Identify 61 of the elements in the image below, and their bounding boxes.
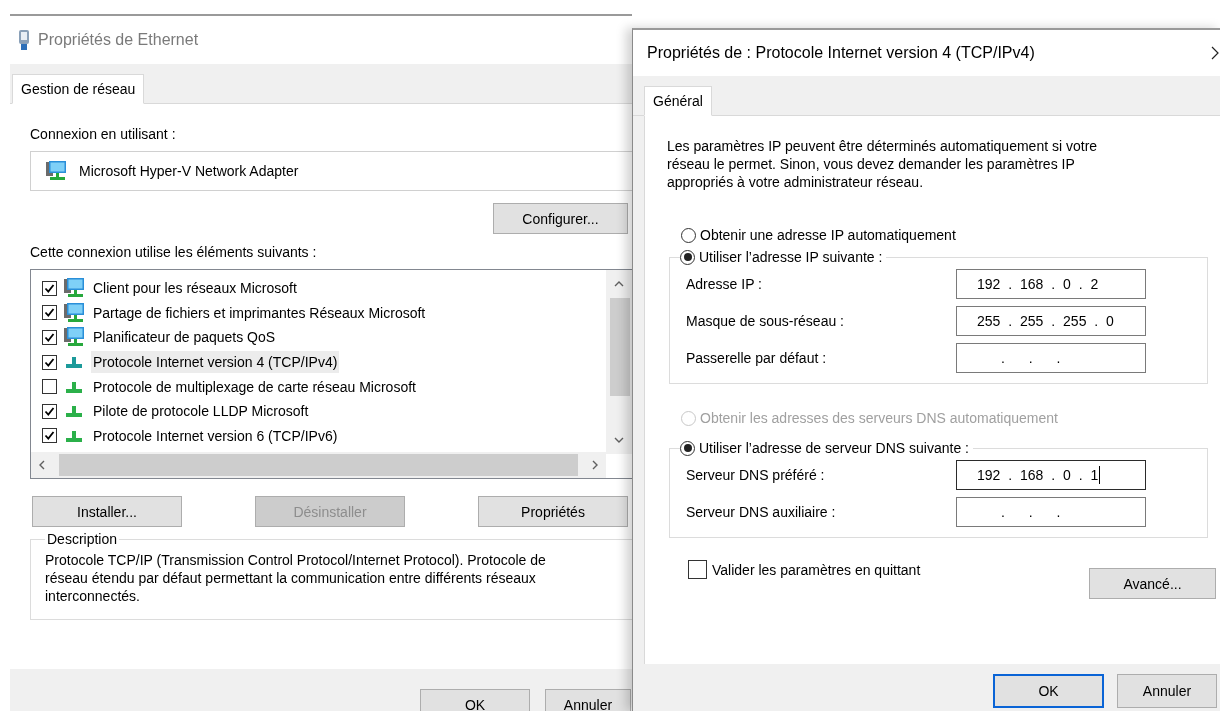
network-computer-icon	[63, 301, 85, 324]
field-label: Serveur DNS préféré :	[686, 467, 825, 483]
ethernet-adapter-icon	[18, 29, 30, 51]
ip-address-field[interactable]: 255 . 255 . 255 . 0	[956, 306, 1146, 336]
network-protocol-icon	[63, 404, 85, 419]
items-label: Cette connexion utilise les éléments suivants :	[30, 244, 318, 260]
network-computer-icon	[63, 277, 85, 300]
ip-address-field[interactable]: . . .	[956, 497, 1146, 527]
action-button[interactable]: Propriétés	[478, 496, 628, 527]
dialog-title: Propriétés de : Protocole Internet version 4 (TCP/IPv4)	[647, 44, 1035, 62]
window-title: Propriétés de Ethernet	[38, 31, 199, 49]
scrollbar-thumb[interactable]	[610, 298, 630, 396]
field-label: Masque de sous-réseau :	[686, 313, 844, 329]
list-item[interactable]: Protocole de multiplexage de carte réseau Microsoft	[91, 375, 418, 398]
scroll-down-icon[interactable]	[614, 435, 624, 445]
network-protocol-icon	[63, 428, 85, 443]
checkbox[interactable]	[42, 403, 57, 419]
list-item[interactable]: Client pour les réseaux Microsoft	[91, 277, 299, 300]
list-item[interactable]: Planificateur de paquets QoS	[91, 326, 278, 349]
network-computer-icon	[63, 326, 85, 349]
list-item[interactable]: Pilote de protocole LLDP Microsoft	[91, 400, 311, 423]
scroll-up-icon[interactable]	[614, 279, 624, 289]
ip-address-field[interactable]: 192 . 168 . 0 . 1	[956, 460, 1146, 490]
dialog-button[interactable]: OK	[420, 689, 530, 711]
intro-text: Les paramètres IP peuvent être déterminés automatiquement si votre réseau le permet. Sinon, vous devez demander les paramètres IP appropriés à votre administrateur réseau.	[667, 137, 1099, 191]
field-label: Passerelle par défaut :	[686, 350, 827, 366]
field-label: Serveur DNS auxiliaire :	[686, 504, 836, 520]
scrollbar-thumb[interactable]	[59, 454, 578, 476]
ip-address-field[interactable]: 192 . 168 . 0 . 2	[956, 269, 1146, 299]
dialog-button[interactable]: OK	[993, 674, 1104, 708]
scroll-right-icon[interactable]	[590, 460, 600, 470]
checkbox[interactable]	[42, 329, 57, 345]
network-computer-icon	[45, 160, 67, 182]
network-protocol-icon	[63, 355, 85, 369]
scroll-left-icon[interactable]	[37, 460, 47, 470]
adapter-name: Microsoft Hyper-V Network Adapter	[79, 163, 299, 179]
tab[interactable]: Général	[644, 86, 712, 116]
checkbox[interactable]	[42, 379, 57, 395]
list-item[interactable]: Partage de fichiers et imprimantes Réseaux Microsoft	[91, 301, 428, 324]
configure-button[interactable]: Configurer...	[493, 203, 628, 234]
group-legend: Description	[45, 531, 120, 547]
checkbox[interactable]	[42, 305, 57, 321]
action-button[interactable]: Installer...	[32, 496, 182, 527]
field-label: Adresse IP :	[686, 276, 762, 292]
tab[interactable]: Gestion de réseau	[12, 74, 145, 104]
checkbox[interactable]	[42, 428, 57, 444]
checkbox[interactable]	[42, 354, 57, 370]
checkbox-label[interactable]: Valider les paramètres en quittant	[712, 561, 921, 578]
dialog-button[interactable]: Annuler	[1117, 674, 1217, 708]
checkbox[interactable]	[42, 280, 57, 296]
list-item[interactable]: Protocole Internet version 6 (TCP/IPv6)	[91, 424, 340, 447]
network-protocol-icon	[63, 379, 85, 394]
dialog-button[interactable]: Annuler	[545, 689, 631, 711]
ip-address-field[interactable]: . . .	[956, 343, 1146, 373]
checkbox[interactable]	[688, 560, 707, 579]
description-text: Protocole TCP/IP (Transmission Control Protocol/Internet Protocol). Protocole de réseau étendu par défaut permettant la communication entre différents réseaux interconnectés.	[45, 551, 547, 605]
connect-using-label: Connexion en utilisant :	[30, 126, 177, 142]
vertical-scrollbar[interactable]	[606, 270, 632, 454]
advanced-button[interactable]: Avancé...	[1089, 568, 1216, 599]
list-item[interactable]: Protocole Internet version 4 (TCP/IPv4)	[91, 351, 340, 373]
horizontal-scrollbar[interactable]	[31, 452, 606, 478]
